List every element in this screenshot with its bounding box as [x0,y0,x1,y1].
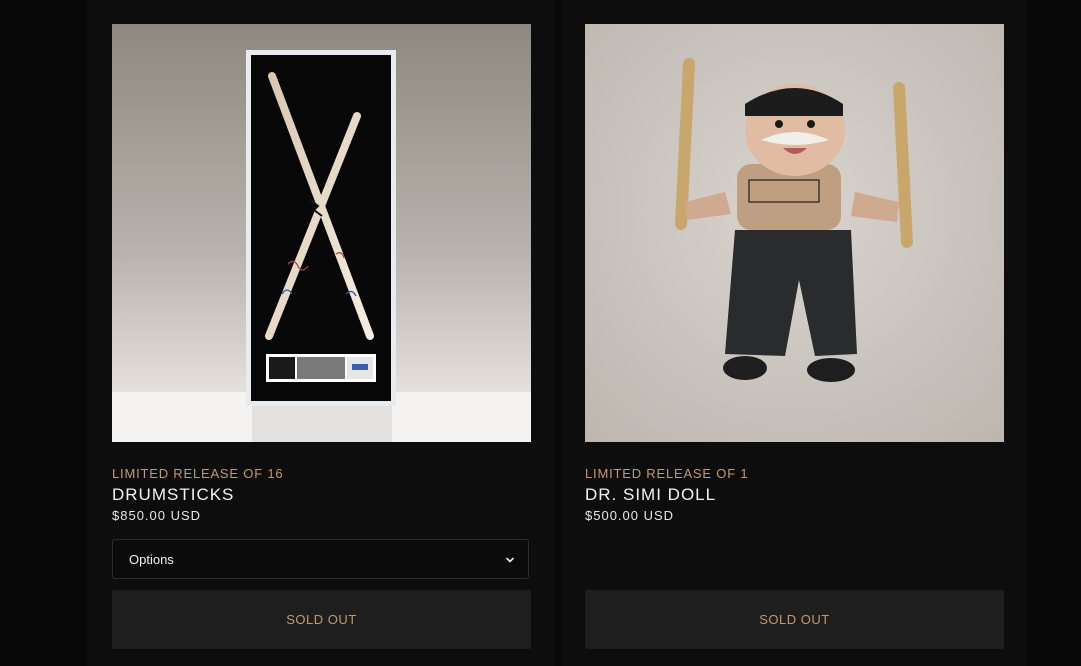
product-image-drumsticks[interactable] [112,24,531,442]
product-image-dr-simi-doll[interactable] [585,24,1004,442]
options-select[interactable]: Options [112,539,529,579]
options-select-label: Options [129,552,174,567]
product-price: $500.00 USD [585,508,675,523]
product-title[interactable]: DRUMSTICKS [112,485,234,505]
sold-out-button[interactable]: SOLD OUT [585,590,1004,649]
product-title[interactable]: DR. SIMI DOLL [585,485,716,505]
sold-out-button[interactable]: SOLD OUT [112,590,531,649]
chevron-down-icon [506,557,514,563]
release-label: LIMITED RELEASE OF 1 [585,466,749,481]
release-label: LIMITED RELEASE OF 16 [112,466,284,481]
product-price: $850.00 USD [112,508,202,523]
